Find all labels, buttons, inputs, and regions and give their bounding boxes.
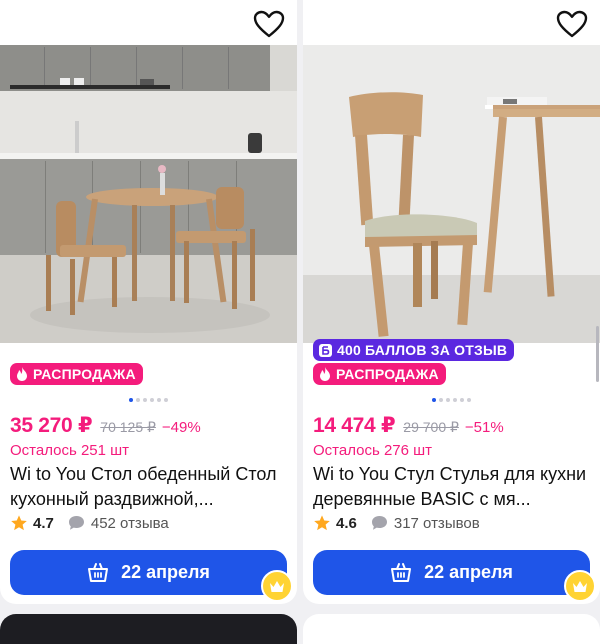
product-image[interactable] — [303, 45, 600, 343]
heart-icon — [253, 10, 285, 38]
old-price: 29 700 ₽ — [403, 419, 459, 435]
next-product-card[interactable] — [303, 614, 600, 644]
points-badge: 400 БАЛЛОВ ЗА ОТЗЫВ — [313, 339, 515, 361]
dining-table-photo — [0, 45, 297, 343]
scrollbar[interactable] — [596, 326, 599, 382]
product-title[interactable]: Wi to You Стол обеденный Стол кухонный р… — [10, 462, 285, 512]
product-title[interactable]: Wi to You Стул Стулья для кухни деревянн… — [313, 462, 588, 512]
current-price: 14 474 ₽ — [313, 414, 396, 437]
fire-icon — [17, 367, 27, 381]
fire-icon — [320, 367, 330, 381]
chat-icon — [371, 516, 387, 530]
pager-dot[interactable] — [453, 398, 457, 402]
discount-percent: −49% — [161, 419, 201, 436]
pager-dot[interactable] — [136, 398, 140, 402]
stock-left: Осталось 276 шт — [313, 442, 433, 459]
pager-dot[interactable] — [446, 398, 450, 402]
crown-icon — [573, 580, 587, 592]
pager-dot[interactable] — [432, 398, 436, 402]
delivery-date-button[interactable]: 22 апреля — [313, 550, 590, 595]
pager-dot[interactable] — [439, 398, 443, 402]
star-icon — [314, 515, 330, 531]
delivery-date: 22 апреля — [424, 562, 513, 582]
pager-dot[interactable] — [129, 398, 133, 402]
delivery-date-button[interactable]: 22 апреля — [10, 550, 287, 595]
points-icon — [319, 343, 332, 357]
price-row: 35 270 ₽ 70 125 ₽ −49% — [10, 413, 201, 438]
current-price: 35 270 ₽ — [10, 414, 93, 437]
pager-dot[interactable] — [157, 398, 161, 402]
crown-badge — [261, 570, 293, 602]
pager-dot[interactable] — [164, 398, 168, 402]
pager-dot[interactable] — [460, 398, 464, 402]
sale-badge-label: РАСПРОДАЖА — [33, 366, 136, 382]
basket-icon — [391, 562, 412, 582]
crown-badge — [564, 570, 596, 602]
pager-dot[interactable] — [143, 398, 147, 402]
reviews-count: 452 отзыва — [90, 514, 169, 532]
star-icon — [11, 515, 27, 531]
product-card[interactable]: 400 БАЛЛОВ ЗА ОТЗЫВ РАСПРОДАЖА 14 474 ₽ … — [303, 0, 600, 604]
basket-icon — [88, 562, 109, 582]
heart-icon — [556, 10, 588, 38]
sale-badge: РАСПРОДАЖА — [10, 363, 143, 385]
rating-value: 4.7 — [33, 514, 54, 532]
pager-dot[interactable] — [150, 398, 154, 402]
product-card[interactable]: РАСПРОДАЖА 35 270 ₽ 70 125 ₽ −49% Остало… — [0, 0, 297, 604]
image-pager[interactable] — [303, 398, 600, 402]
reviews-count: 317 отзывов — [393, 514, 480, 532]
image-pager[interactable] — [0, 398, 297, 402]
sale-badge-label: РАСПРОДАЖА — [336, 366, 439, 382]
points-badge-label: 400 БАЛЛОВ ЗА ОТЗЫВ — [337, 342, 508, 358]
rating-row[interactable]: 4.7 452 отзыва — [10, 514, 169, 532]
stock-left: Осталось 251 шт — [10, 442, 130, 459]
price-row: 14 474 ₽ 29 700 ₽ −51% — [313, 413, 504, 438]
favorite-button[interactable] — [554, 8, 590, 40]
rating-value: 4.6 — [336, 514, 357, 532]
rating-row[interactable]: 4.6 317 отзывов — [313, 514, 480, 532]
pager-dot[interactable] — [467, 398, 471, 402]
favorite-button[interactable] — [251, 8, 287, 40]
chair-photo — [303, 45, 600, 343]
next-product-card[interactable] — [0, 614, 297, 644]
crown-icon — [270, 580, 284, 592]
chat-icon — [68, 516, 84, 530]
discount-percent: −51% — [464, 419, 504, 436]
old-price: 70 125 ₽ — [100, 419, 156, 435]
product-image[interactable] — [0, 45, 297, 343]
delivery-date: 22 апреля — [121, 562, 210, 582]
sale-badge: РАСПРОДАЖА — [313, 363, 446, 385]
